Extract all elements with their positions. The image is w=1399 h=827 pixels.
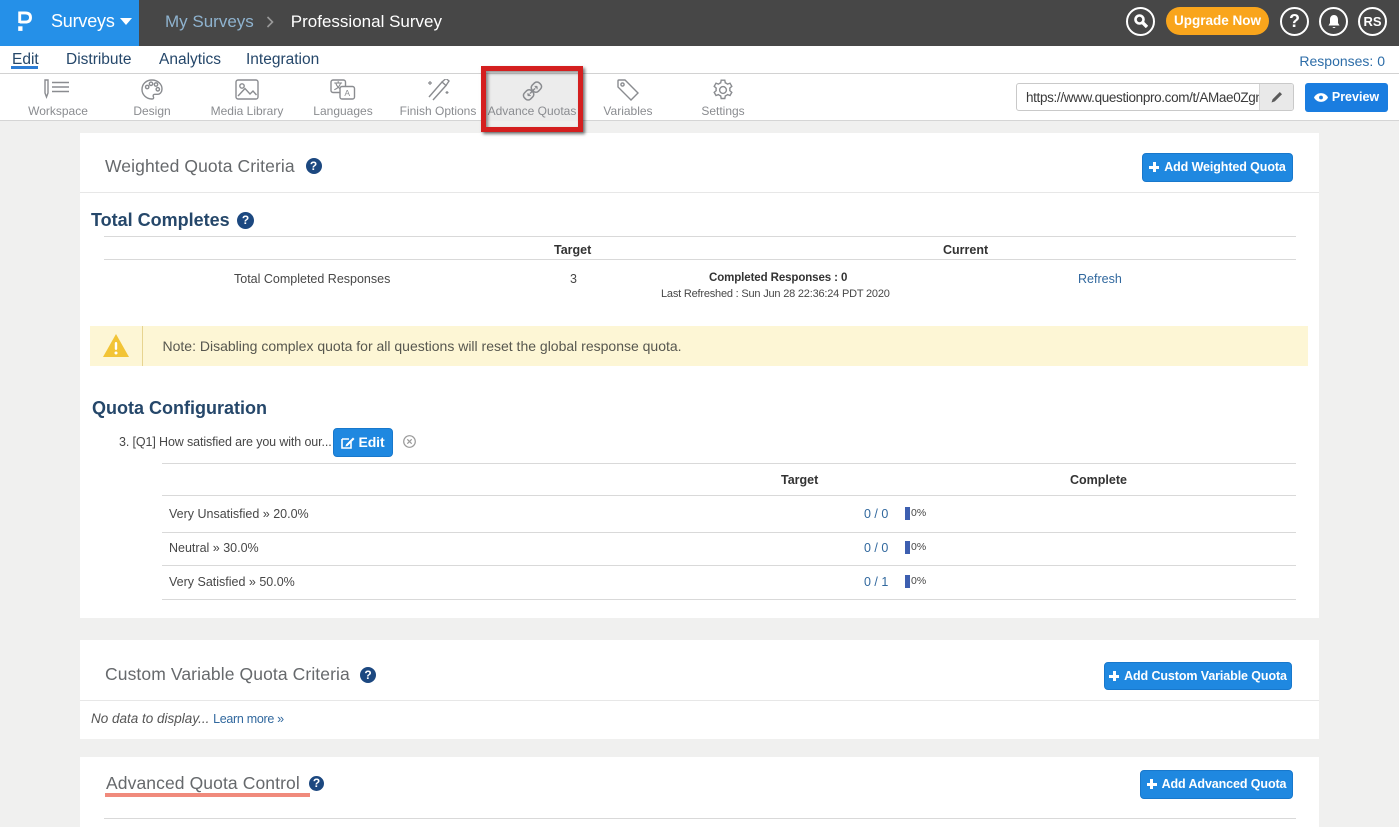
svg-text:A: A — [344, 88, 350, 98]
